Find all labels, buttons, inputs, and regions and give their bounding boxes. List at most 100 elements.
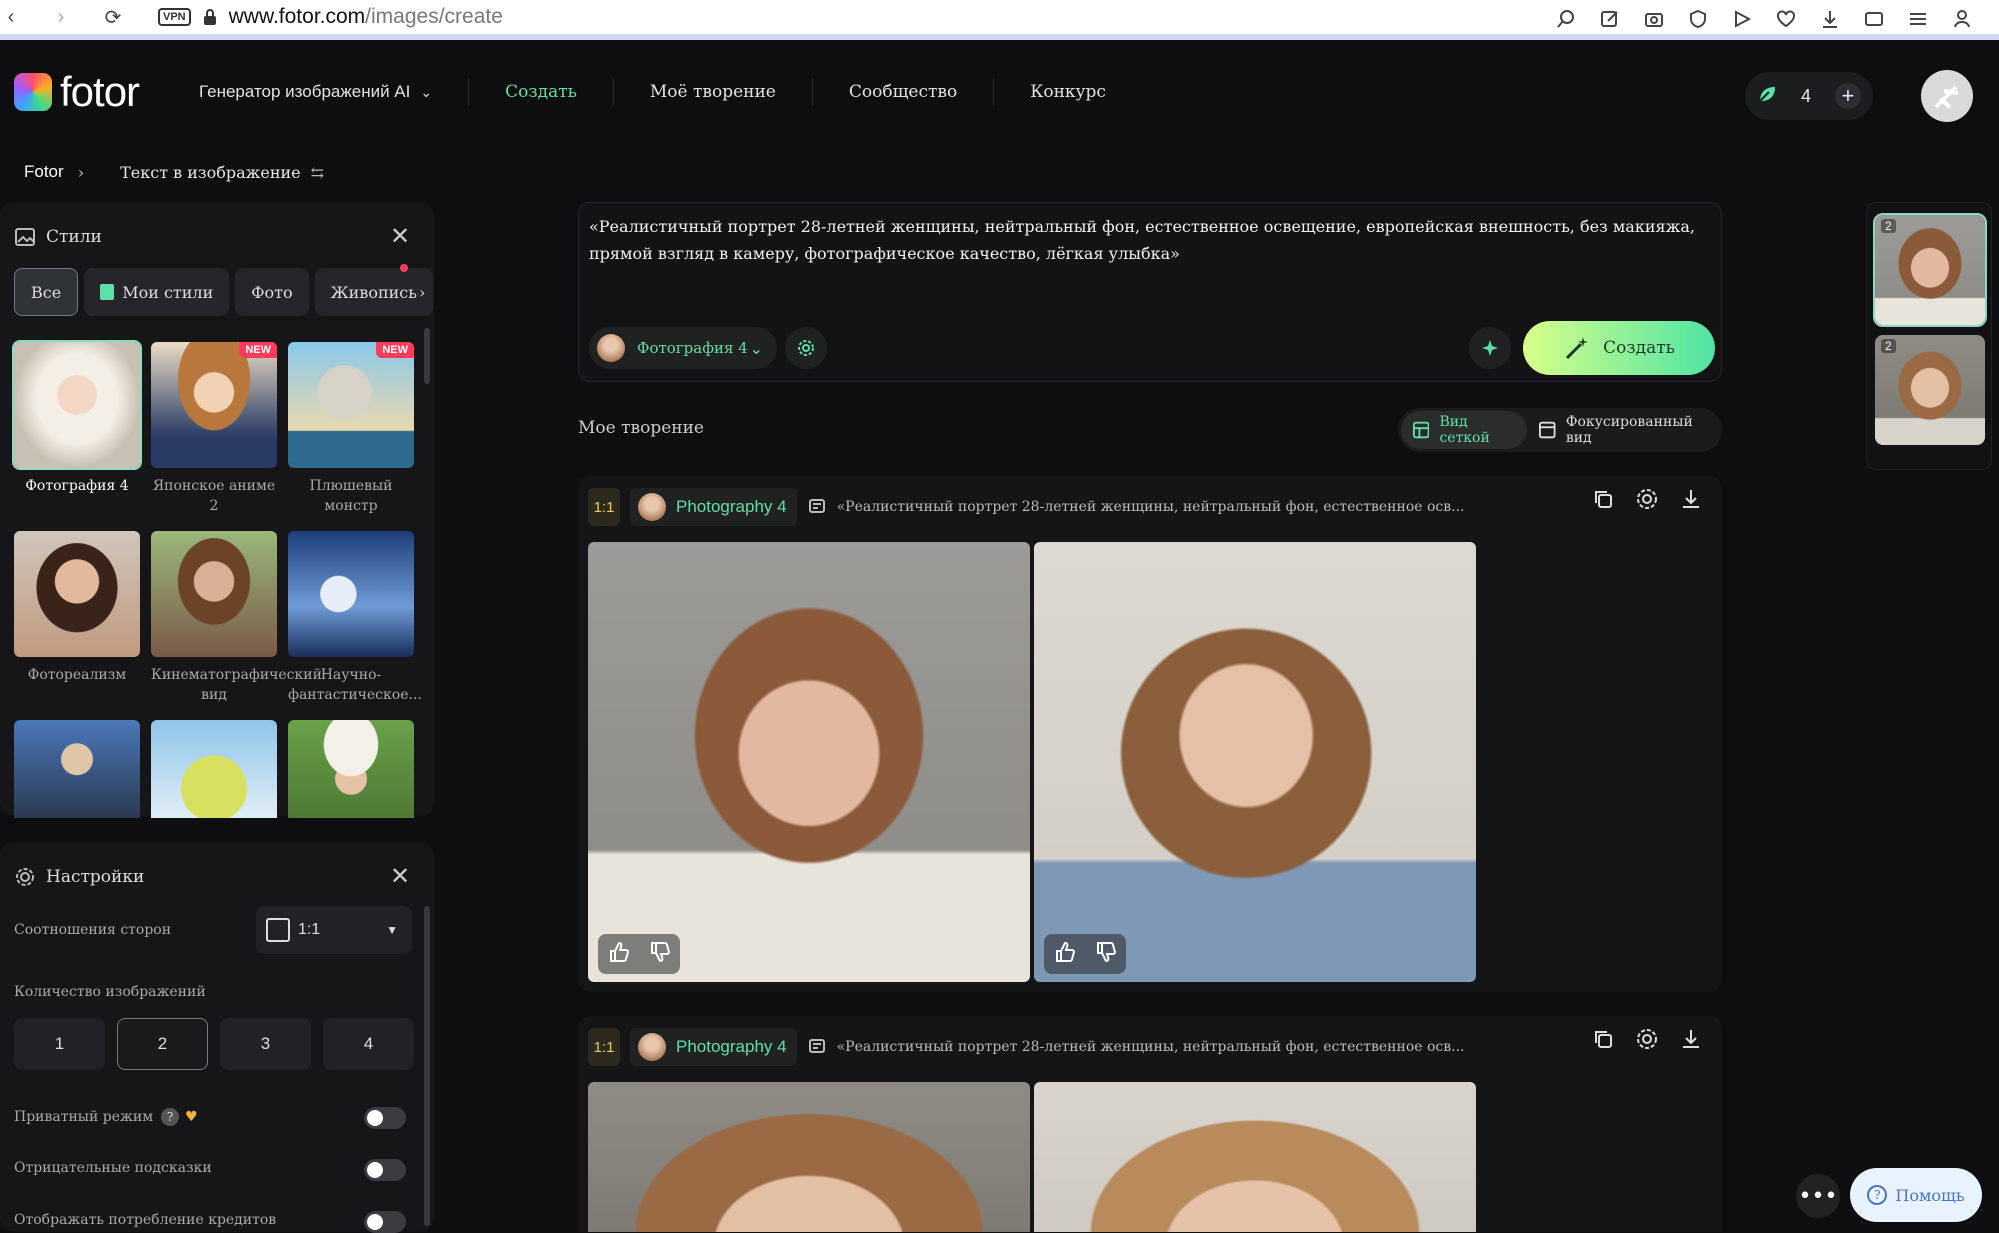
thumbs-down-icon[interactable] (649, 941, 671, 967)
help-button[interactable]: ? Помощь (1850, 1168, 1982, 1222)
credits-usage-label: Отображать потребление кредитов (14, 1212, 277, 1228)
camera-icon[interactable] (1643, 8, 1665, 30)
heart-icon[interactable] (1775, 8, 1797, 30)
style-settings-button[interactable] (785, 327, 827, 369)
focus-view-label: Фокусированный вид (1565, 414, 1693, 446)
thumbs-down-icon[interactable] (1095, 941, 1117, 967)
style-thumb (288, 720, 414, 818)
count-option[interactable]: 1 (14, 1018, 105, 1070)
breadcrumb-home[interactable]: Fotor (24, 162, 64, 182)
credits-usage-toggle[interactable] (364, 1211, 406, 1233)
add-credits-button[interactable]: + (1834, 83, 1861, 109)
gear-icon (798, 340, 814, 356)
send-icon[interactable] (1731, 8, 1753, 30)
copy-icon[interactable] (1592, 488, 1614, 514)
square-icon (266, 918, 290, 942)
count-option[interactable]: 4 (323, 1018, 414, 1070)
nav-ai-generator[interactable]: Генератор изображений AI ⌄ (199, 78, 470, 106)
forward-icon[interactable]: › (50, 6, 72, 28)
style-thumb (14, 720, 140, 818)
style-card[interactable]: NEW Плюшевый монстр (288, 342, 414, 531)
nav-contest[interactable]: Конкурс (994, 78, 1142, 106)
settings-scrollbar[interactable] (424, 906, 430, 1226)
url-path: /images/create (365, 5, 503, 28)
generated-image[interactable] (588, 1082, 1030, 1232)
style-card[interactable]: Фотореализм (14, 531, 140, 720)
grid-icon (1413, 421, 1430, 439)
avatar[interactable] (1921, 70, 1973, 122)
negative-prompt-toggle[interactable] (364, 1159, 406, 1181)
credits-widget[interactable]: 4 + (1745, 72, 1873, 120)
copy-icon[interactable] (1592, 1028, 1614, 1054)
styles-title: Стили (46, 227, 102, 247)
style-thumb: NEW (151, 342, 277, 468)
shield-icon[interactable] (1687, 8, 1709, 30)
settings-sliders-icon[interactable] (1907, 8, 1929, 30)
back-icon[interactable]: ‹ (0, 6, 22, 28)
edit-icon[interactable] (1599, 8, 1621, 30)
private-mode-toggle[interactable] (364, 1107, 406, 1129)
style-transfer-icon[interactable] (1636, 1028, 1658, 1054)
generated-image[interactable] (1034, 1082, 1476, 1232)
chevron-right-icon[interactable]: › (419, 283, 425, 302)
history-item[interactable]: 2 (1875, 335, 1985, 445)
more-options-button[interactable]: ••• (1796, 1174, 1840, 1218)
styles-tabs: Все Мои стили Фото Живопись › (14, 268, 433, 316)
download-icon[interactable] (1680, 1028, 1702, 1054)
style-card[interactable]: Фотография 4 (12, 340, 142, 531)
history-item[interactable]: 2 (1873, 213, 1987, 327)
reload-icon[interactable]: ⟳ (102, 6, 124, 29)
generation-card: 1:1 Photography 4 «Реалистичный портрет … (578, 1016, 1722, 1232)
aspect-ratio-select[interactable]: 1:1 ▼ (256, 906, 412, 954)
generated-image[interactable] (1034, 542, 1476, 982)
style-thumb: NEW (288, 342, 414, 468)
nav-community[interactable]: Сообщество (813, 78, 995, 106)
count-option[interactable]: 2 (117, 1018, 208, 1070)
tab-my-styles[interactable]: Мои стили (84, 268, 230, 316)
tab-icon[interactable] (1863, 8, 1885, 30)
browser-actions (1555, 8, 1973, 30)
tab-painting[interactable]: Живопись › (314, 268, 433, 316)
credits-count: 4 (1800, 85, 1811, 106)
address-bar[interactable]: www.fotor.com/images/create (229, 5, 503, 29)
breadcrumb-current[interactable]: Текст в изображение (120, 163, 301, 182)
style-selector[interactable]: Фотография 4 ⌄ (589, 327, 777, 369)
generation-header: 1:1 Photography 4 «Реалистичный портрет … (588, 488, 1712, 526)
style-card[interactable]: Кинематографический вид (151, 531, 322, 720)
close-settings-icon[interactable]: ✕ (388, 864, 412, 888)
prompt-input[interactable]: «Реалистичный портрет 28-летней женщины,… (589, 213, 1713, 267)
styles-scrollbar[interactable] (424, 328, 430, 384)
help-circle-icon[interactable]: ? (161, 1108, 180, 1126)
generation-style-badge[interactable]: Photography 4 (630, 1028, 797, 1066)
tab-photo[interactable]: Фото (235, 268, 309, 316)
nav-my-creations[interactable]: Моё творение (614, 78, 813, 106)
style-transfer-icon[interactable] (1636, 488, 1658, 514)
styles-panel: Стили ✕ Все Мои стили Фото Живопись › Фот… (0, 202, 434, 818)
thumbs-up-icon[interactable] (1054, 941, 1076, 967)
enhance-prompt-button[interactable] (1469, 327, 1511, 369)
search-icon[interactable] (1555, 8, 1577, 30)
download-icon[interactable] (1819, 8, 1841, 30)
download-icon[interactable] (1680, 488, 1702, 514)
fotor-logo[interactable]: fotor (14, 68, 140, 116)
prompt-icon (808, 1039, 825, 1053)
generation-style-badge[interactable]: Photography 4 (630, 488, 797, 526)
thumbs-up-icon[interactable] (608, 941, 630, 967)
count-option[interactable]: 3 (220, 1018, 311, 1070)
profile-icon[interactable] (1951, 8, 1973, 30)
create-button[interactable]: Создать (1523, 321, 1715, 375)
style-card[interactable]: NEW Японское аниме 2 (151, 342, 277, 531)
history-panel: 2 2 (1866, 202, 1992, 470)
focus-view-button[interactable]: Фокусированный вид (1527, 411, 1722, 449)
style-card[interactable]: Научно-фантастическое... (288, 531, 422, 720)
swap-icon[interactable]: ⇆ (311, 163, 324, 182)
nav-create[interactable]: Создать (469, 78, 614, 106)
settings-title: Настройки (46, 867, 145, 887)
tab-all[interactable]: Все (14, 268, 79, 316)
close-styles-icon[interactable]: ✕ (388, 224, 412, 248)
new-badge: NEW (376, 342, 414, 358)
generation-actions (1592, 488, 1702, 514)
vpn-badge[interactable]: VPN (158, 8, 191, 26)
generated-image[interactable] (588, 542, 1030, 982)
grid-view-button[interactable]: Вид сеткой (1401, 411, 1528, 449)
